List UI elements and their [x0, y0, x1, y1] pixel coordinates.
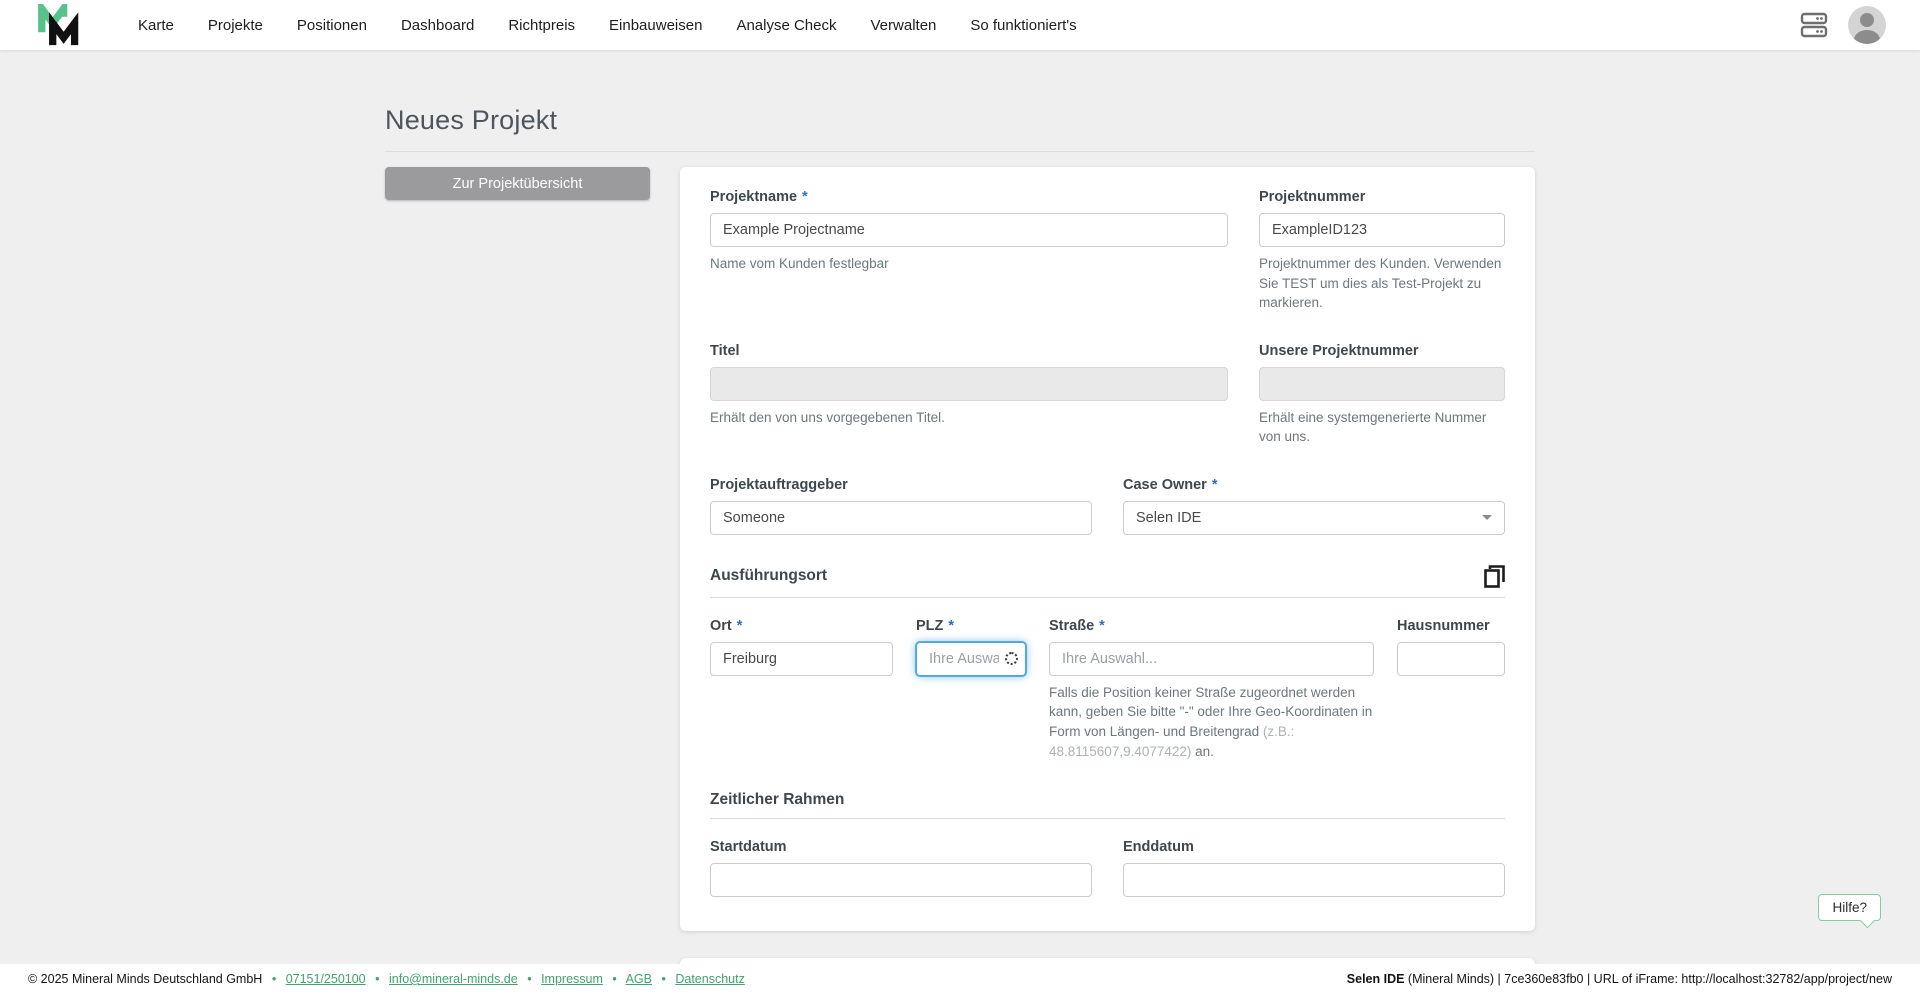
- case-owner-label: Case Owner: [1123, 476, 1207, 493]
- field-startdatum: Startdatum: [710, 839, 1092, 898]
- unsere-projektnummer-help: Erhält eine systemgenerierte Nummer von …: [1259, 409, 1487, 445]
- back-to-project-overview-button[interactable]: Zur Projektübersicht: [385, 167, 650, 200]
- page-title: Neues Projekt: [385, 105, 558, 135]
- nav-item-dashboard[interactable]: Dashboard: [401, 17, 474, 34]
- enddatum-label: Enddatum: [1123, 839, 1194, 856]
- field-titel: Titel Erhält den von uns vorgegebenen Ti…: [710, 343, 1228, 447]
- title-divider: [385, 151, 1535, 152]
- projektnummer-label: Projektnummer: [1259, 189, 1366, 205]
- section-title-ausfuehrungsort: Ausführungsort: [710, 567, 828, 585]
- nav-item-einbauweisen[interactable]: Einbauweisen: [609, 17, 702, 34]
- user-avatar-icon[interactable]: [1848, 6, 1886, 44]
- projektauftraggeber-input[interactable]: [710, 500, 1092, 535]
- footer-link-email[interactable]: info@mineral-minds.de: [389, 972, 518, 986]
- projektnummer-help: Projektnummer des Kunden. Verwenden Sie …: [1259, 256, 1502, 311]
- loading-spinner-icon: [1005, 651, 1018, 665]
- case-owner-selected-value: Selen IDE: [1136, 509, 1202, 526]
- field-projektname: Projektname * Name vom Kunden festlegbar: [710, 189, 1228, 313]
- main-area: Neues Projekt Zur Projektübersicht Proje…: [0, 50, 1920, 994]
- footer-link-phone[interactable]: 07151/250100: [286, 972, 366, 986]
- footer-copyright: © 2025 Mineral Minds Deutschland GmbH: [28, 972, 263, 986]
- mineral-minds-logo[interactable]: [36, 4, 84, 46]
- required-marker: *: [1211, 476, 1218, 493]
- projektauftraggeber-label: Projektauftraggeber: [710, 476, 848, 493]
- nav-item-positionen[interactable]: Positionen: [297, 17, 367, 34]
- case-owner-select[interactable]: Selen IDE: [1123, 500, 1505, 535]
- ort-label: Ort: [710, 617, 732, 634]
- startdatum-label: Startdatum: [710, 839, 787, 856]
- nav-item-analyse-check[interactable]: Analyse Check: [736, 17, 836, 34]
- field-enddatum: Enddatum: [1123, 839, 1505, 898]
- nav-right: [1800, 6, 1886, 44]
- footer-separator: •: [527, 972, 532, 986]
- required-marker: *: [948, 617, 955, 634]
- footer-link-agb[interactable]: AGB: [626, 972, 652, 986]
- nav-links: Karte Projekte Positionen Dashboard Rich…: [138, 17, 1077, 34]
- field-hausnummer: Hausnummer: [1397, 618, 1505, 761]
- footer-separator: •: [375, 972, 380, 986]
- nav-item-richtpreis[interactable]: Richtpreis: [508, 17, 575, 34]
- required-marker: *: [802, 189, 808, 205]
- section-divider: [710, 596, 1505, 598]
- footer-session-rest: (Mineral Minds) | 7ce360e83fb0 | URL of …: [1404, 972, 1892, 986]
- field-unsere-projektnummer: Unsere Projektnummer Erhält eine systemg…: [1259, 343, 1505, 447]
- footer-left: © 2025 Mineral Minds Deutschland GmbH • …: [28, 972, 745, 986]
- field-strasse: Straße * Falls die Position keiner Straß…: [1049, 618, 1374, 761]
- footer-separator: •: [612, 972, 617, 986]
- titel-label: Titel: [710, 342, 740, 359]
- unsere-projektnummer-input: [1259, 366, 1505, 401]
- footer-separator: •: [661, 972, 666, 986]
- field-ort: Ort *: [710, 618, 893, 761]
- nav-item-verwalten[interactable]: Verwalten: [871, 17, 937, 34]
- footer-session-info: Selen IDE (Mineral Minds) | 7ce360e83fb0…: [1347, 972, 1892, 986]
- projektname-input[interactable]: [710, 213, 1228, 247]
- server-stack-icon[interactable]: [1800, 12, 1828, 38]
- projektname-help: Name vom Kunden festlegbar: [710, 256, 889, 271]
- projektname-label: Projektname: [710, 189, 798, 205]
- nav-item-karte[interactable]: Karte: [138, 17, 174, 34]
- help-bubble-button[interactable]: Hilfe?: [1818, 894, 1881, 921]
- field-case-owner: Case Owner * Selen IDE: [1123, 477, 1505, 535]
- nav-item-projekte[interactable]: Projekte: [208, 17, 263, 34]
- nav-item-so-funktionierts[interactable]: So funktioniert's: [970, 17, 1076, 34]
- top-nav: Karte Projekte Positionen Dashboard Rich…: [0, 0, 1920, 50]
- copy-icon[interactable]: [1484, 565, 1505, 588]
- enddatum-input[interactable]: [1123, 863, 1505, 898]
- field-projektauftraggeber: Projektauftraggeber: [710, 477, 1092, 535]
- strasse-label: Straße: [1049, 617, 1095, 634]
- field-projektnummer: Projektnummer Projektnummer des Kunden. …: [1259, 189, 1505, 313]
- footer-link-impressum[interactable]: Impressum: [541, 972, 603, 986]
- field-plz: PLZ *: [916, 618, 1026, 761]
- section-title-zeitlicher-rahmen: Zeitlicher Rahmen: [710, 791, 845, 809]
- unsere-projektnummer-label: Unsere Projektnummer: [1259, 342, 1419, 359]
- strasse-input[interactable]: [1049, 641, 1374, 676]
- required-marker: *: [736, 617, 743, 634]
- footer-session-user: Selen IDE: [1346, 972, 1405, 986]
- ort-input[interactable]: [710, 641, 893, 676]
- titel-input: [710, 366, 1228, 401]
- footer-separator: •: [271, 972, 277, 986]
- section-divider: [710, 818, 1505, 820]
- required-marker: *: [1099, 617, 1105, 634]
- hausnummer-input[interactable]: [1397, 641, 1505, 676]
- footer-link-datenschutz[interactable]: Datenschutz: [675, 972, 744, 986]
- chevron-down-icon: [1482, 515, 1492, 521]
- projektnummer-input[interactable]: [1259, 213, 1505, 247]
- titel-help: Erhält den von uns vorgegebenen Titel.: [710, 409, 945, 425]
- startdatum-input[interactable]: [710, 863, 1092, 898]
- strasse-help: Falls die Position keiner Straße zugeord…: [1049, 684, 1373, 759]
- project-form-card: Projektname * Name vom Kunden festlegbar…: [680, 167, 1535, 932]
- hausnummer-label: Hausnummer: [1397, 617, 1490, 634]
- plz-label: PLZ: [916, 617, 944, 634]
- footer: © 2025 Mineral Minds Deutschland GmbH • …: [0, 964, 1920, 994]
